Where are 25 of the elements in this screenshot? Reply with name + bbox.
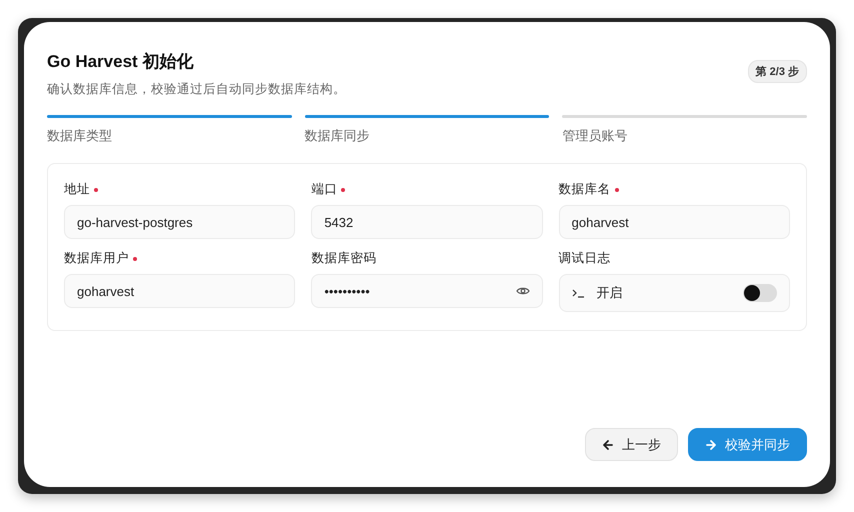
eye-icon[interactable] <box>516 286 530 296</box>
arrow-left-icon <box>602 438 614 450</box>
dialog-title: Go Harvest 初始化 <box>47 51 194 73</box>
step-label: 管理员账号 <box>562 127 628 145</box>
terminal-icon <box>572 288 585 298</box>
input-field[interactable]: goharvest <box>558 205 790 239</box>
field-label: 端口 <box>311 181 338 198</box>
arrow-right-icon <box>705 438 717 450</box>
field-label: 数据库密码 <box>311 250 376 267</box>
toggle-label: 开启 <box>596 284 624 302</box>
input-field[interactable]: go-harvest-postgres <box>64 205 296 239</box>
step-label: 数据库同步 <box>304 127 370 145</box>
subtitle: 确认数据库信息，校验通过后自动同步数据库结构。 <box>47 81 346 98</box>
field-label: 数据库用户 <box>64 250 129 267</box>
step-badge: 第 2/3 步 <box>748 60 807 83</box>
input-field[interactable]: goharvest <box>64 274 296 308</box>
field-label: 数据库名 <box>558 181 611 198</box>
toggle-switch[interactable] <box>742 284 777 302</box>
step-label: 数据库类型 <box>47 127 112 145</box>
password-field[interactable]: •••••••••• <box>311 274 543 308</box>
field-label: 地址 <box>64 181 90 198</box>
back-button[interactable]: 上一步 <box>585 428 678 461</box>
verify-sync-button[interactable]: 校验并同步 <box>688 428 807 461</box>
field-label: 调试日志 <box>558 250 611 267</box>
input-field[interactable]: 5432 <box>311 205 543 239</box>
